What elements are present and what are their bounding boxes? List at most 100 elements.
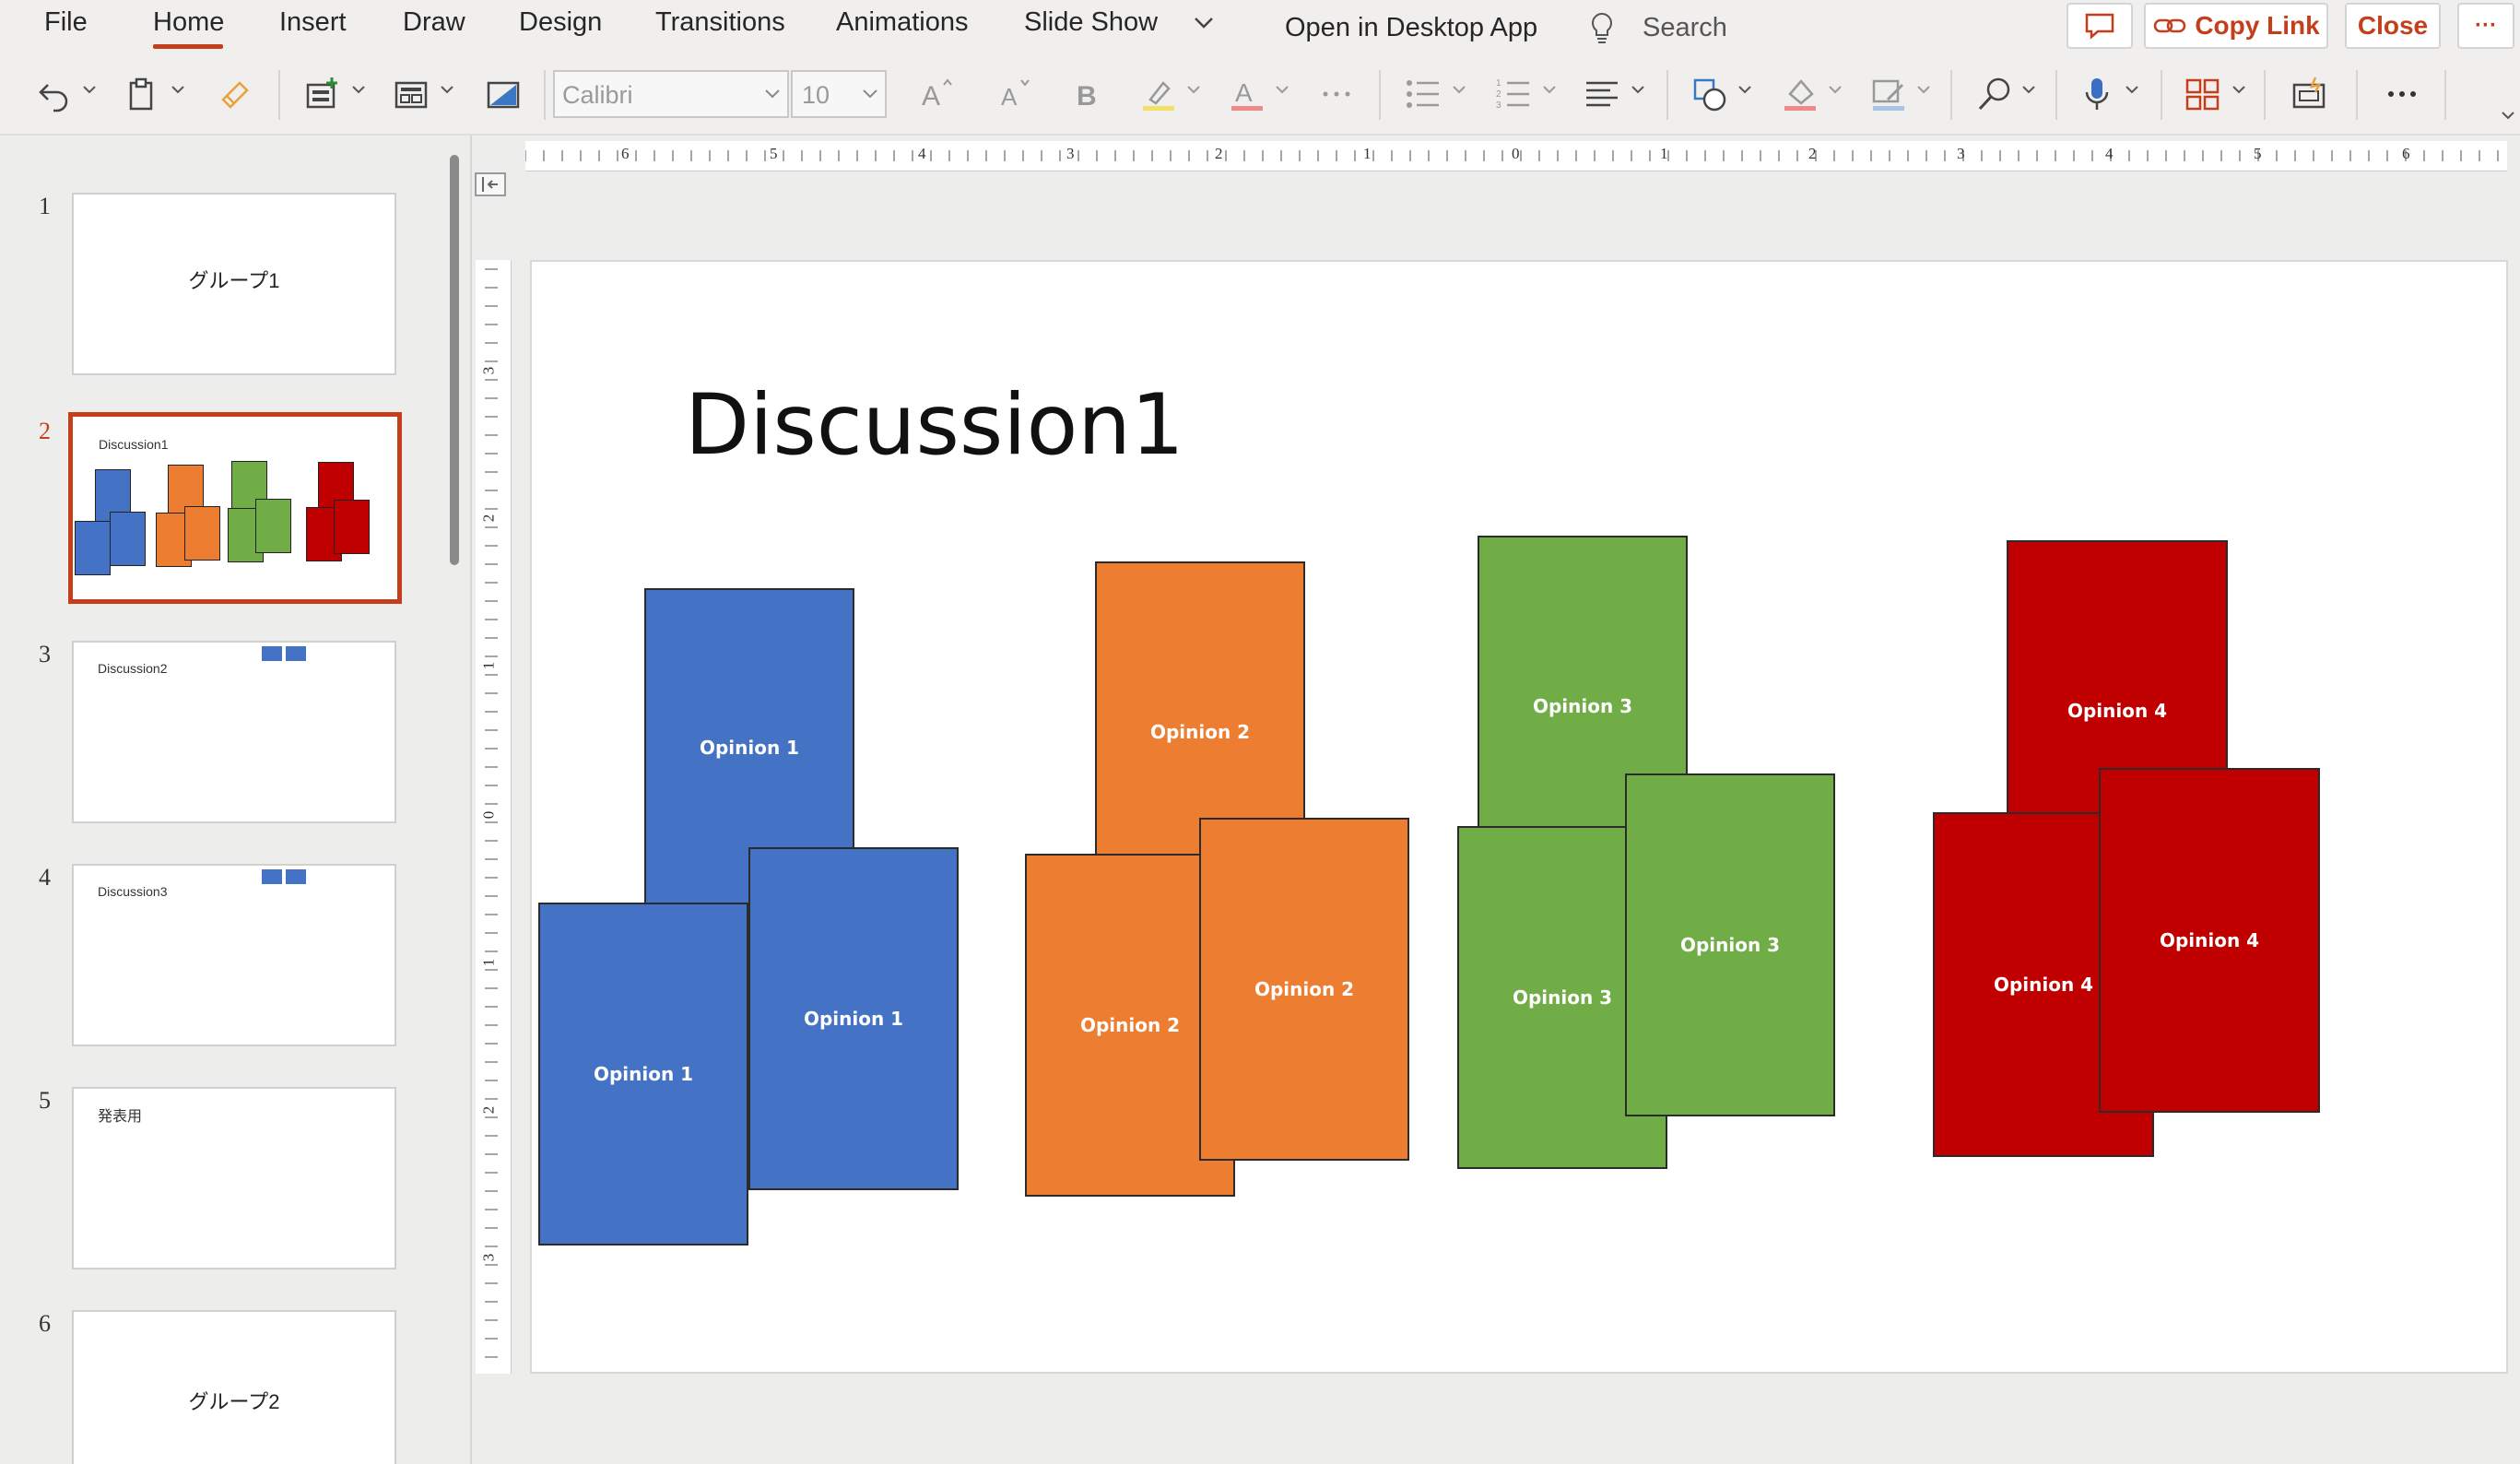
ruler-label: 3 xyxy=(1066,145,1075,162)
chevron-down-icon[interactable] xyxy=(1187,83,1200,96)
slide-title[interactable]: Discussion1 xyxy=(685,377,1184,474)
search-box[interactable]: Search xyxy=(1643,13,1727,43)
toolbar-divider xyxy=(544,70,546,120)
chevron-down-icon[interactable] xyxy=(2022,83,2035,96)
chevron-down-icon[interactable] xyxy=(1917,83,1930,96)
toolbar-divider xyxy=(278,70,280,120)
chevron-down-icon[interactable] xyxy=(1276,83,1289,96)
bullets-icon[interactable] xyxy=(1405,76,1442,112)
menu-file[interactable]: File xyxy=(44,7,88,38)
chevron-down-icon[interactable] xyxy=(1194,16,1214,30)
paste-icon[interactable] xyxy=(124,76,160,112)
close-button[interactable]: Close xyxy=(2345,3,2441,49)
mini-card xyxy=(255,499,291,553)
thumbnail-number: 1 xyxy=(39,193,51,219)
tab-animations[interactable]: Animations xyxy=(836,7,968,38)
background-icon[interactable] xyxy=(485,76,522,112)
ruler-label: 5 xyxy=(2254,145,2262,162)
chevron-down-icon[interactable] xyxy=(2126,83,2138,96)
copy-link-label: Copy Link xyxy=(2195,11,2320,40)
slide-thumbnail-3[interactable]: Discussion2 xyxy=(72,641,396,823)
toolbar-divider xyxy=(2444,70,2446,120)
tab-home[interactable]: Home xyxy=(153,7,224,38)
font-name-combobox[interactable]: Calibri xyxy=(553,70,789,118)
chevron-down-icon[interactable] xyxy=(1738,83,1751,96)
open-in-desktop-button[interactable]: Open in Desktop App xyxy=(1285,13,1537,43)
more-options-button[interactable]: ··· xyxy=(2457,3,2514,49)
chevron-down-icon[interactable] xyxy=(441,83,453,96)
new-slide-icon[interactable] xyxy=(304,76,341,112)
chevron-down-icon[interactable] xyxy=(1453,83,1466,96)
lightbulb-icon xyxy=(1592,12,1612,43)
expand-ribbon-chevron-icon[interactable] xyxy=(2502,109,2514,122)
bold-icon[interactable]: B xyxy=(1069,76,1106,112)
align-text-icon[interactable] xyxy=(1584,76,1620,112)
layout-icon[interactable] xyxy=(393,76,430,112)
chevron-down-icon[interactable] xyxy=(1631,83,1644,96)
thumbnail-title: グループ1 xyxy=(188,269,280,292)
svg-text:3: 3 xyxy=(1496,100,1501,111)
collapse-pane-icon[interactable] xyxy=(474,171,507,197)
more-font-options-icon[interactable] xyxy=(1318,76,1355,112)
tab-slide-show[interactable]: Slide Show xyxy=(1024,7,1158,38)
thumbnail-number: 2 xyxy=(39,418,51,444)
svg-text:A: A xyxy=(1235,78,1253,107)
find-icon[interactable] xyxy=(1976,76,2013,112)
tab-transitions[interactable]: Transitions xyxy=(655,7,785,38)
tab-draw[interactable]: Draw xyxy=(403,7,465,38)
chevron-down-icon[interactable] xyxy=(863,89,877,100)
slide-canvas[interactable]: Discussion1 Opinion 1 Opinion 1 Opinion … xyxy=(530,260,2508,1374)
thumbnail-title: 発表用 xyxy=(98,1109,143,1125)
chevron-down-icon[interactable] xyxy=(352,83,365,96)
slide-thumbnail-5[interactable]: 発表用 xyxy=(72,1087,396,1269)
format-painter-icon[interactable] xyxy=(218,76,254,112)
opinion-card-1b[interactable]: Opinion 1 xyxy=(538,903,748,1246)
opinion-card-1c[interactable]: Opinion 1 xyxy=(748,847,959,1190)
font-size-value: 10 xyxy=(802,81,830,109)
designer-icon[interactable] xyxy=(2291,76,2328,112)
toolbar-divider xyxy=(1379,70,1381,120)
font-size-combobox[interactable]: 10 xyxy=(791,70,887,118)
font-color-icon[interactable]: A xyxy=(1230,76,1266,112)
chevron-down-icon[interactable] xyxy=(1829,83,1842,96)
svg-text:2: 2 xyxy=(1496,89,1501,100)
chevron-down-icon[interactable] xyxy=(83,83,96,96)
arrange-icon[interactable] xyxy=(2184,76,2221,112)
svg-text:B: B xyxy=(1077,81,1097,112)
font-name-value: Calibri xyxy=(562,81,633,109)
shape-fill-icon[interactable] xyxy=(1783,76,1819,112)
ribbon-toolbar: Calibri 10 A A B A 123 xyxy=(0,55,2520,136)
thumbnail-title: Discussion1 xyxy=(99,437,169,452)
comments-button[interactable] xyxy=(2067,3,2133,49)
thumbnail-scrollbar[interactable] xyxy=(450,155,459,565)
toolbar-divider xyxy=(1666,70,1668,120)
tab-design[interactable]: Design xyxy=(519,7,602,38)
svg-text:A: A xyxy=(1001,83,1018,111)
mini-card xyxy=(110,512,146,566)
shrink-font-icon[interactable]: A xyxy=(995,76,1032,112)
shapes-icon[interactable] xyxy=(1692,76,1729,112)
grow-font-icon[interactable]: A xyxy=(918,76,955,112)
dictate-microphone-icon[interactable] xyxy=(2079,76,2116,112)
tab-insert[interactable]: Insert xyxy=(279,7,347,38)
slide-thumbnail-6[interactable]: グループ2 xyxy=(72,1310,396,1464)
thumbnail-number: 3 xyxy=(39,641,51,667)
pane-divider xyxy=(470,136,472,1464)
chevron-down-icon[interactable] xyxy=(1543,83,1556,96)
highlight-icon[interactable] xyxy=(1141,76,1178,112)
opinion-card-4c[interactable]: Opinion 4 xyxy=(2099,768,2320,1113)
slide-thumbnail-4[interactable]: Discussion3 xyxy=(72,864,396,1046)
more-commands-icon[interactable] xyxy=(2384,76,2420,112)
slide-thumbnail-1[interactable]: グループ1 xyxy=(72,193,396,375)
chevron-down-icon[interactable] xyxy=(2232,83,2245,96)
opinion-card-2c[interactable]: Opinion 2 xyxy=(1199,818,1409,1161)
ruler-label: 0 xyxy=(479,810,498,820)
slide-thumbnail-2[interactable]: Discussion1 xyxy=(68,412,402,604)
undo-icon[interactable] xyxy=(37,76,74,112)
chevron-down-icon[interactable] xyxy=(171,83,184,96)
opinion-card-3c[interactable]: Opinion 3 xyxy=(1625,773,1835,1116)
shape-outline-icon[interactable] xyxy=(1871,76,1908,112)
chevron-down-icon[interactable] xyxy=(765,89,780,100)
copy-link-button[interactable]: Copy Link xyxy=(2144,3,2328,49)
numbering-icon[interactable]: 123 xyxy=(1495,76,1532,112)
